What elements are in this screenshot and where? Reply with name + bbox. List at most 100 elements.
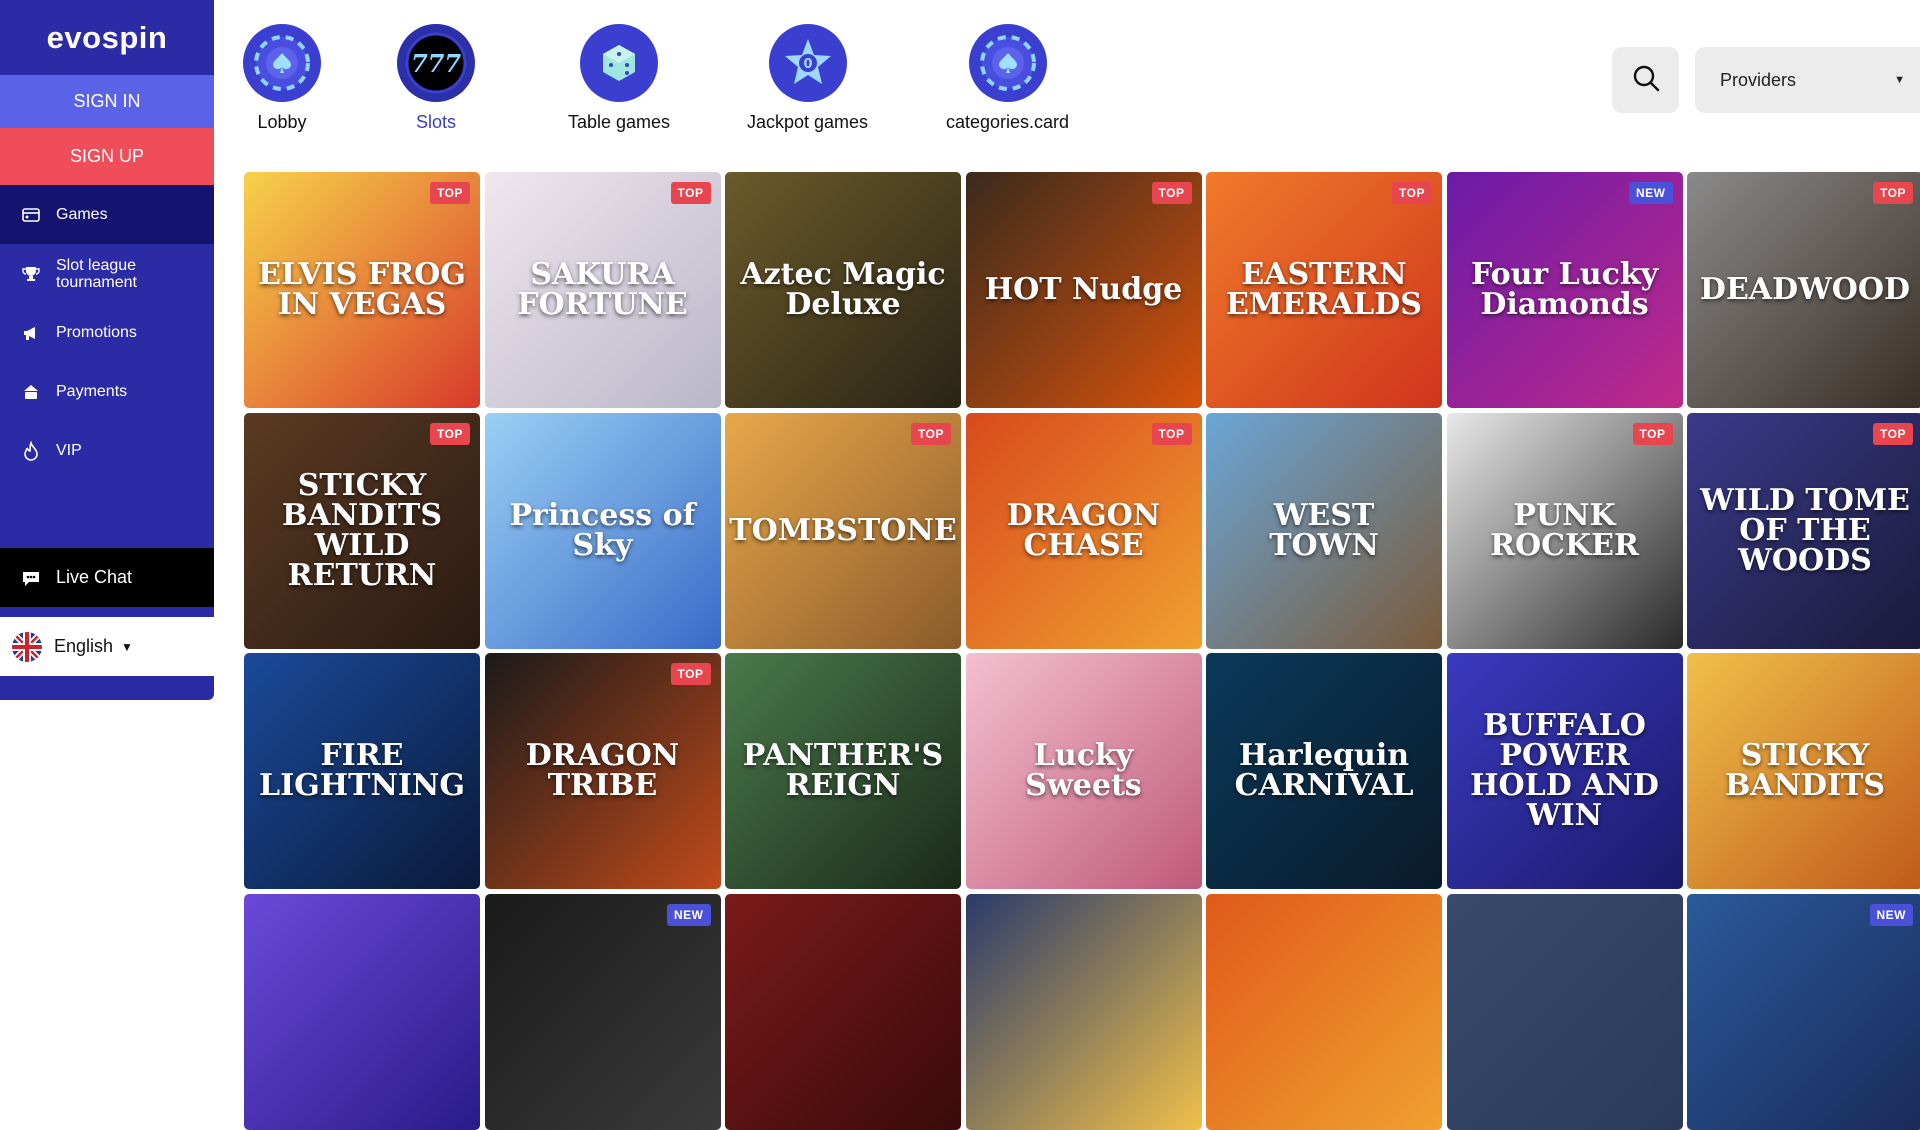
sidebar-item-vip[interactable]: VIP [0, 421, 214, 480]
game-tile[interactable]: TOMBSTONE TOP [725, 412, 961, 649]
game-tile[interactable]: EASTERN EMERALDS TOP [1206, 172, 1442, 408]
game-title: Harlequin CARNIVAL [1234, 738, 1414, 803]
game-badge: TOP [670, 663, 711, 685]
game-badge: TOP [1392, 182, 1432, 204]
providers-dropdown[interactable]: Providers ▼ [1695, 47, 1920, 113]
providers-label: Providers [1720, 69, 1797, 90]
lobby-chip-icon [243, 24, 321, 102]
trophy-icon [20, 263, 42, 285]
game-badge: TOP [430, 422, 470, 445]
game-badge: TOP [670, 182, 711, 204]
game-title: Aztec Magic Deluxe [740, 257, 946, 322]
casino-icon [20, 204, 42, 226]
category-label: Lobby [257, 112, 307, 132]
svg-text:777: 777 [411, 49, 461, 78]
caret-down-icon: ▼ [1894, 74, 1905, 86]
game-title: STICKY BANDITS [1724, 738, 1886, 803]
sidebar-item-payments[interactable]: Payments [0, 362, 214, 421]
game-badge: TOP [1151, 422, 1192, 445]
sidebar-item-label: Promotions [56, 323, 137, 341]
chat-icon [20, 567, 42, 589]
sidebar-item-games[interactable]: Games [0, 185, 214, 244]
category-label: Table games [568, 112, 671, 132]
game-tile[interactable]: Harlequin CARNIVAL [1206, 653, 1442, 889]
game-title: WILD TOME OF THE WOODS [1700, 482, 1910, 578]
game-tile[interactable]: BUFFALO POWER HOLD AND WIN [1446, 653, 1683, 889]
sidebar-item-promotions[interactable]: Promotions [0, 303, 214, 362]
sign-up-button[interactable]: SIGN UP [0, 128, 214, 185]
live-chat-label: Live Chat [56, 567, 133, 587]
megaphone-icon [20, 322, 42, 344]
uk-flag-icon [12, 631, 42, 662]
game-tile[interactable]: STICKY BANDITS WILD RETURN TOP [244, 412, 480, 649]
caret-down-icon: ▼ [121, 639, 133, 654]
game-tile[interactable]: Four Lucky Diamonds NEW [1446, 172, 1683, 408]
game-title: TOMBSTONE [729, 512, 957, 548]
language-label: English [54, 636, 114, 656]
sign-up-label: SIGN UP [69, 146, 144, 166]
search-icon [1631, 63, 1661, 98]
card-chip-icon [968, 24, 1047, 102]
game-title: DEADWOOD [1699, 272, 1911, 307]
slots-777-icon: 777 [397, 24, 475, 102]
sidebar-item-label: Games [56, 205, 108, 223]
game-tile[interactable]: HOT Nudge TOP [965, 172, 1202, 408]
game-tile[interactable]: ELVIS FROG IN VEGAS TOP [244, 172, 480, 408]
game-tile[interactable]: PANTHER'S REIGN [725, 653, 961, 889]
game-tile[interactable]: NEW [484, 893, 721, 1130]
game-badge: TOP [430, 182, 470, 204]
flame-icon [20, 440, 42, 462]
sign-in-button[interactable]: SIGN IN [0, 75, 214, 128]
game-tile[interactable]: STICKY BANDITS [1687, 653, 1920, 889]
game-tile[interactable]: PUNK ROCKER TOP [1446, 412, 1683, 649]
category-card[interactable]: categories.card [946, 24, 1069, 133]
logo[interactable]: evospin [0, 0, 214, 75]
sign-in-label: SIGN IN [73, 91, 141, 111]
game-tile[interactable]: DRAGON TRIBE TOP [484, 653, 721, 889]
category-jackpot-games[interactable]: 0 Jackpot games [747, 24, 868, 133]
game-badge: TOP [911, 422, 951, 445]
game-title: Princess of Sky [509, 497, 696, 563]
game-title: HOT Nudge [984, 272, 1183, 307]
game-tile[interactable]: WEST TOWN [1206, 412, 1442, 649]
game-title: Lucky Sweets [1025, 738, 1142, 803]
sidebar-item-slot-league[interactable]: Slot league tournament [0, 244, 214, 303]
live-chat-button[interactable]: Live Chat [0, 548, 214, 607]
game-tile[interactable] [725, 893, 961, 1130]
svg-text:0: 0 [803, 57, 812, 72]
category-lobby[interactable]: Lobby [243, 24, 321, 133]
game-badge: TOP [1873, 182, 1913, 204]
game-title: SAKURA FORTUNE [517, 257, 688, 322]
game-tile[interactable]: DRAGON CHASE TOP [965, 412, 1202, 649]
game-title: EASTERN EMERALDS [1226, 257, 1422, 322]
game-tile[interactable] [965, 893, 1202, 1130]
game-tile[interactable] [244, 893, 480, 1130]
sidebar-item-label: Slot league tournament [56, 256, 137, 291]
game-tile[interactable]: Aztec Magic Deluxe [725, 172, 961, 408]
category-label: Slots [415, 112, 457, 132]
jackpot-star-icon: 0 [768, 24, 847, 102]
category-table-games[interactable]: Table games [568, 24, 670, 133]
game-tile[interactable]: SAKURA FORTUNE TOP [484, 172, 721, 408]
dice-icon [580, 24, 659, 102]
game-badge: TOP [1151, 182, 1192, 204]
game-tile[interactable] [1206, 893, 1442, 1130]
game-title: PUNK ROCKER [1490, 497, 1639, 563]
game-tile[interactable]: NEW [1687, 893, 1920, 1130]
category-slots[interactable]: 777 Slots [397, 24, 475, 133]
game-tile[interactable]: Lucky Sweets [965, 653, 1202, 889]
game-tile[interactable] [1446, 893, 1683, 1130]
game-tile[interactable]: DEADWOOD TOP [1687, 172, 1920, 408]
game-tile[interactable]: Princess of Sky [484, 412, 721, 649]
sidebar-nav: Games Slot league tournament Promotions … [0, 185, 214, 480]
search-button[interactable] [1612, 47, 1679, 113]
game-title: STICKY BANDITS WILD RETURN [281, 467, 443, 593]
sidebar-item-label: Payments [56, 382, 128, 400]
game-title: DRAGON TRIBE [525, 738, 680, 803]
game-badge: TOP [1632, 422, 1673, 445]
game-tile[interactable]: FIRE LIGHTNING [244, 653, 480, 889]
game-title: BUFFALO POWER HOLD AND WIN [1470, 708, 1659, 833]
game-title: WEST TOWN [1269, 497, 1379, 563]
game-tile[interactable]: WILD TOME OF THE WOODS TOP [1687, 412, 1920, 649]
language-selector[interactable]: English ▼ [0, 617, 214, 676]
